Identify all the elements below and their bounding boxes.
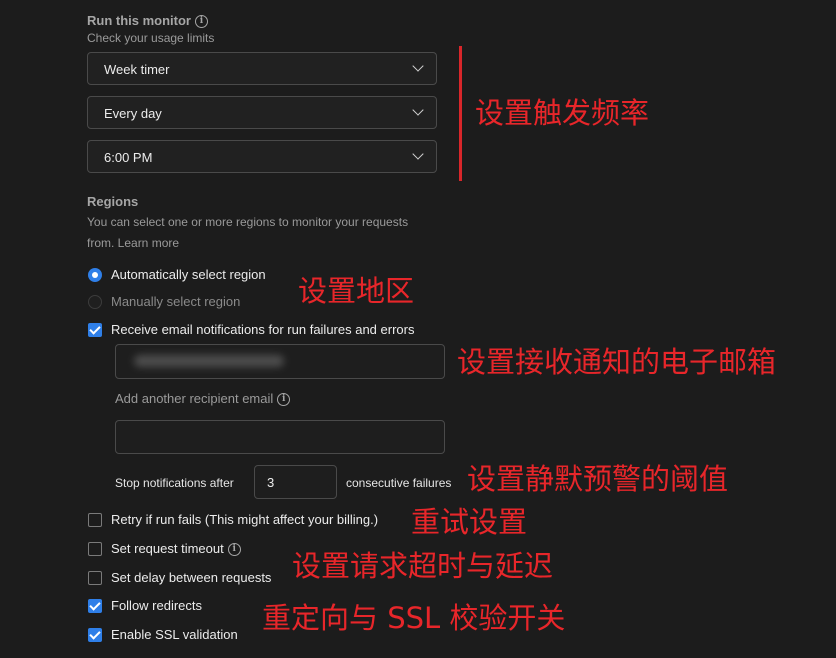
- run-monitor-title: Run this monitor i: [87, 13, 208, 29]
- follow-redirects-checkbox[interactable]: [88, 599, 102, 613]
- add-recipient-label: Add another recipient email i: [115, 391, 291, 407]
- day-value: Every day: [104, 106, 162, 121]
- chevron-down-icon: [412, 148, 424, 160]
- run-monitor-title-text: Run this monitor: [87, 13, 191, 28]
- auto-region-radio[interactable]: [88, 268, 102, 282]
- annotation-frequency: 设置触发频率: [475, 96, 650, 130]
- chevron-down-icon: [412, 60, 424, 72]
- stop-notifications-suffix: consecutive failures: [346, 476, 452, 490]
- auto-region-label[interactable]: Automatically select region: [111, 267, 266, 282]
- annotation-retry: 重试设置: [411, 505, 528, 539]
- redacted-email: [134, 355, 284, 367]
- annotation-bracket: [459, 46, 462, 181]
- frequency-select[interactable]: Week timer: [87, 52, 437, 85]
- retry-checkbox[interactable]: [88, 513, 102, 527]
- day-select[interactable]: Every day: [87, 96, 437, 129]
- delay-label[interactable]: Set delay between requests: [111, 570, 271, 585]
- another-recipient-email-input[interactable]: [115, 420, 445, 454]
- email-notify-checkbox[interactable]: [88, 323, 102, 337]
- manual-region-radio[interactable]: [88, 295, 102, 309]
- frequency-value: Week timer: [104, 62, 170, 77]
- request-timeout-text: Set request timeout: [111, 541, 224, 556]
- follow-redirects-label[interactable]: Follow redirects: [111, 598, 202, 613]
- annotation-threshold: 设置静默预警的阈值: [467, 462, 729, 496]
- consecutive-failures-input[interactable]: [254, 465, 337, 499]
- run-monitor-subtitle: Check your usage limits: [87, 31, 215, 45]
- annotation-email: 设置接收通知的电子邮箱: [457, 345, 777, 379]
- add-recipient-text: Add another recipient email: [115, 391, 274, 406]
- request-timeout-checkbox[interactable]: [88, 542, 102, 556]
- ssl-validation-checkbox[interactable]: [88, 628, 102, 642]
- regions-desc-line1: You can select one or more regions to mo…: [87, 215, 409, 229]
- info-icon[interactable]: i: [227, 543, 241, 557]
- chevron-down-icon: [412, 104, 424, 116]
- annotation-region: 设置地区: [298, 274, 415, 308]
- recipient-email-field[interactable]: [115, 344, 445, 379]
- delay-checkbox[interactable]: [88, 571, 102, 585]
- stop-notifications-prefix: Stop notifications after: [115, 476, 234, 490]
- annotation-redirect-ssl: 重定向与 SSL 校验开关: [262, 601, 566, 635]
- info-icon[interactable]: i: [195, 15, 208, 29]
- time-select[interactable]: 6:00 PM: [87, 140, 437, 173]
- ssl-validation-label[interactable]: Enable SSL validation: [111, 627, 238, 642]
- retry-label[interactable]: Retry if run fails (This might affect yo…: [111, 512, 378, 527]
- manual-region-label[interactable]: Manually select region: [111, 294, 240, 309]
- time-value: 6:00 PM: [104, 150, 153, 165]
- regions-title: Regions: [87, 194, 139, 209]
- info-icon[interactable]: i: [277, 393, 291, 407]
- regions-desc-line2[interactable]: from. Learn more: [87, 236, 179, 250]
- request-timeout-label[interactable]: Set request timeout i: [111, 541, 241, 557]
- email-notify-label[interactable]: Receive email notifications for run fail…: [111, 322, 414, 337]
- annotation-timeout: 设置请求超时与延迟: [292, 549, 554, 583]
